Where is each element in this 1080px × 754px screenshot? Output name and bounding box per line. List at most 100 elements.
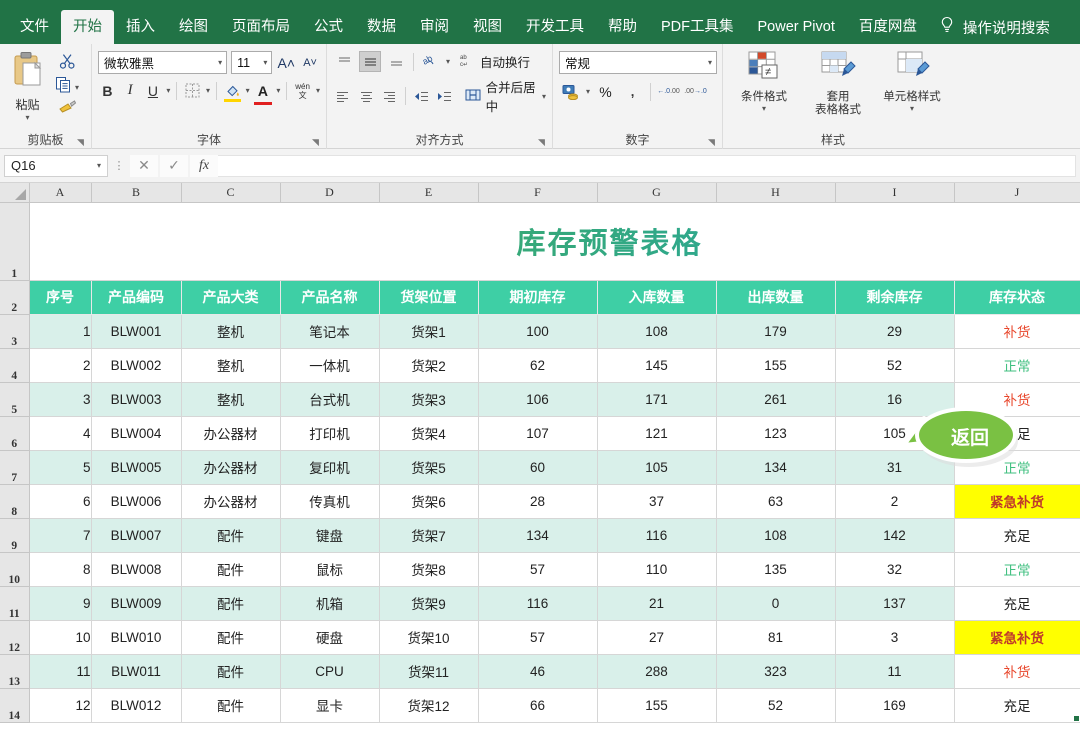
cell-inbound[interactable]: 27	[596, 619, 717, 655]
text-orientation-icon[interactable]: ab	[420, 51, 442, 72]
cell-opening[interactable]: 107	[477, 415, 598, 451]
cancel-icon[interactable]: ✕	[130, 154, 158, 177]
fill-color-icon[interactable]	[223, 79, 242, 102]
row-header-2[interactable]: 2	[0, 280, 30, 315]
cell-outbound[interactable]: 81	[715, 619, 836, 655]
cell-name[interactable]: 复印机	[279, 449, 380, 485]
cell-outbound[interactable]: 52	[715, 687, 836, 723]
status-badge[interactable]: 充足	[953, 687, 1080, 723]
align-middle-icon[interactable]	[359, 51, 381, 72]
cell-name[interactable]: CPU	[279, 653, 380, 689]
cell-remaining[interactable]: 169	[834, 687, 955, 723]
status-badge[interactable]: 紧急补货	[953, 483, 1080, 519]
column-header-G[interactable]: G	[597, 183, 717, 203]
cell-shelf[interactable]: 货架8	[378, 551, 479, 587]
cell-code[interactable]: BLW012	[90, 687, 182, 723]
ribbon-tab-10[interactable]: 帮助	[596, 10, 649, 44]
cell-category[interactable]: 办公器材	[180, 415, 281, 451]
fill-handle[interactable]	[1073, 715, 1079, 721]
table-column-header-1[interactable]: 产品编码	[90, 279, 182, 315]
cell-name[interactable]: 鼠标	[279, 551, 380, 587]
ribbon-tab-11[interactable]: PDF工具集	[649, 10, 746, 44]
column-header-C[interactable]: C	[181, 183, 281, 203]
scissors-icon[interactable]	[59, 53, 76, 75]
row-header-5[interactable]: 5	[0, 382, 30, 417]
cell-idx[interactable]: 2	[28, 347, 92, 383]
paste-chevron-down-icon[interactable]: ▾	[26, 113, 30, 122]
increase-indent-icon[interactable]	[435, 86, 454, 107]
align-center-icon[interactable]	[356, 86, 375, 107]
cell-remaining[interactable]: 3	[834, 619, 955, 655]
cell-code[interactable]: BLW003	[90, 381, 182, 417]
select-all-corner[interactable]	[0, 183, 30, 203]
cell-shelf[interactable]: 货架3	[378, 381, 479, 417]
alignment-dialog-launcher[interactable]: ◥	[538, 137, 548, 147]
table-column-header-0[interactable]: 序号	[28, 279, 92, 315]
cell-outbound[interactable]: 261	[715, 381, 836, 417]
cell-inbound[interactable]: 108	[596, 313, 717, 349]
cell-idx[interactable]: 5	[28, 449, 92, 485]
cell-inbound[interactable]: 110	[596, 551, 717, 587]
column-header-J[interactable]: J	[954, 183, 1080, 203]
cell-inbound[interactable]: 288	[596, 653, 717, 689]
bold-button[interactable]: B	[98, 79, 117, 102]
conditional-chevron-down-icon[interactable]: ▾	[762, 104, 766, 113]
row-header-7[interactable]: 7	[0, 450, 30, 485]
cell-shelf[interactable]: 货架6	[378, 483, 479, 519]
cell-shelf[interactable]: 货架12	[378, 687, 479, 723]
table-column-header-7[interactable]: 出库数量	[715, 279, 836, 315]
font-size-chevron-down-icon[interactable]: ▾	[259, 58, 267, 67]
cell-opening[interactable]: 46	[477, 653, 598, 689]
cell-opening[interactable]: 60	[477, 449, 598, 485]
cell-idx[interactable]: 11	[28, 653, 92, 689]
return-button[interactable]: 返回	[898, 405, 1018, 467]
status-badge[interactable]: 充足	[953, 517, 1080, 553]
cell-outbound[interactable]: 135	[715, 551, 836, 587]
clipboard-dialog-launcher[interactable]: ◥	[77, 137, 87, 147]
status-badge[interactable]: 正常	[953, 551, 1080, 587]
cell-inbound[interactable]: 37	[596, 483, 717, 519]
cell-inbound[interactable]: 155	[596, 687, 717, 723]
cell-idx[interactable]: 10	[28, 619, 92, 655]
ribbon-tab-0[interactable]: 文件	[8, 10, 61, 44]
cell-opening[interactable]: 57	[477, 551, 598, 587]
status-badge[interactable]: 补货	[953, 313, 1080, 349]
cell-name[interactable]: 传真机	[279, 483, 380, 519]
row-header-9[interactable]: 9	[0, 518, 30, 553]
align-left-icon[interactable]	[333, 86, 352, 107]
number-format-combo[interactable]: 常规 ▾	[559, 51, 717, 74]
accounting-format-icon[interactable]	[559, 80, 582, 103]
comma-style-button[interactable]: ,	[621, 80, 644, 103]
cell-inbound[interactable]: 145	[596, 347, 717, 383]
formula-bar-handle[interactable]: ⋮	[108, 159, 130, 172]
copy-chevron-down-icon[interactable]: ▾	[75, 83, 79, 92]
cell-code[interactable]: BLW008	[90, 551, 182, 587]
cell-category[interactable]: 配件	[180, 653, 281, 689]
cell-name[interactable]: 显卡	[279, 687, 380, 723]
number-dialog-launcher[interactable]: ◥	[708, 137, 718, 147]
cell-opening[interactable]: 116	[477, 585, 598, 621]
title-merged-cell[interactable]: 库存预警表格	[28, 201, 1080, 281]
orientation-chevron-down-icon[interactable]: ▾	[446, 57, 450, 66]
cell-name[interactable]: 机箱	[279, 585, 380, 621]
table-column-header-3[interactable]: 产品名称	[279, 279, 380, 315]
wrap-text-button[interactable]: ab c↵ 自动换行	[454, 52, 530, 71]
table-column-header-5[interactable]: 期初库存	[477, 279, 598, 315]
cell-styles-chevron-down-icon[interactable]: ▾	[910, 104, 914, 113]
table-column-header-4[interactable]: 货架位置	[378, 279, 479, 315]
cell-name[interactable]: 硬盘	[279, 619, 380, 655]
column-header-E[interactable]: E	[379, 183, 479, 203]
row-header-4[interactable]: 4	[0, 348, 30, 383]
ribbon-tab-4[interactable]: 页面布局	[220, 10, 302, 44]
table-column-header-9[interactable]: 库存状态	[953, 279, 1080, 315]
cell-outbound[interactable]: 123	[715, 415, 836, 451]
cell-code[interactable]: BLW004	[90, 415, 182, 451]
cell-code[interactable]: BLW007	[90, 517, 182, 553]
cell-code[interactable]: BLW002	[90, 347, 182, 383]
cell-inbound[interactable]: 105	[596, 449, 717, 485]
cell-styles-button[interactable]: 单元格样式 ▾	[877, 50, 947, 117]
cell-category[interactable]: 整机	[180, 313, 281, 349]
cell-opening[interactable]: 57	[477, 619, 598, 655]
tell-me-group[interactable]: 操作说明搜索	[929, 10, 1050, 44]
cell-remaining[interactable]: 29	[834, 313, 955, 349]
